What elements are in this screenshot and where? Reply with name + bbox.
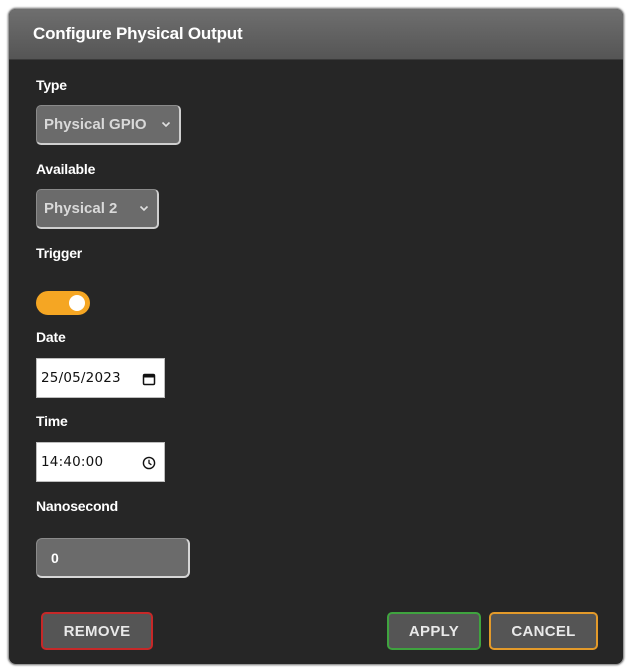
- dialog-header: Configure Physical Output: [9, 9, 623, 60]
- available-label: Available: [36, 161, 96, 177]
- trigger-toggle[interactable]: [36, 291, 90, 315]
- date-input[interactable]: 25/05/2023: [36, 358, 165, 398]
- apply-button[interactable]: APPLY: [387, 612, 481, 650]
- cancel-button[interactable]: CANCEL: [489, 612, 598, 650]
- trigger-label: Trigger: [36, 245, 83, 261]
- clock-icon[interactable]: [142, 456, 156, 470]
- nanosecond-label: Nanosecond: [36, 498, 119, 514]
- chevron-down-icon: [139, 205, 149, 212]
- time-label: Time: [36, 413, 68, 429]
- available-select[interactable]: Physical 2: [36, 189, 159, 229]
- chevron-down-icon: [161, 121, 171, 128]
- toggle-knob: [69, 295, 85, 311]
- nanosecond-input[interactable]: 0: [36, 538, 190, 578]
- remove-button[interactable]: REMOVE: [41, 612, 153, 650]
- configure-output-dialog: Configure Physical Output Type Physical …: [8, 8, 624, 665]
- date-value: 25/05/2023: [41, 370, 121, 386]
- type-select[interactable]: Physical GPIO: [36, 105, 181, 145]
- type-select-value: Physical GPIO: [44, 116, 147, 133]
- time-value: 14:40:00: [41, 454, 104, 470]
- date-label: Date: [36, 329, 66, 345]
- calendar-icon[interactable]: [142, 372, 156, 386]
- nanosecond-value: 0: [51, 549, 59, 566]
- time-input[interactable]: 14:40:00: [36, 442, 165, 482]
- type-label: Type: [36, 77, 67, 93]
- dialog-title: Configure Physical Output: [33, 24, 243, 43]
- available-select-value: Physical 2: [44, 200, 118, 217]
